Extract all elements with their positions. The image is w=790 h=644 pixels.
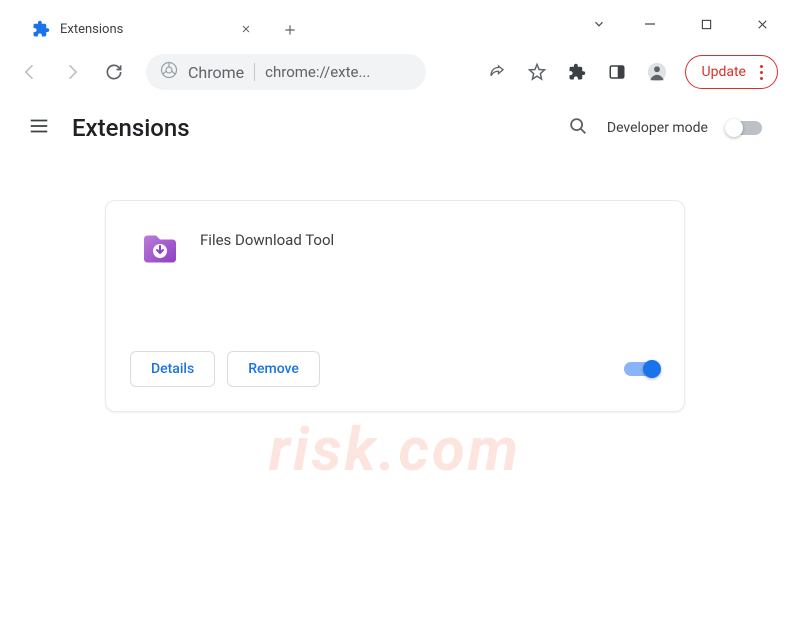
hamburger-menu-icon[interactable]: [28, 115, 50, 141]
share-icon[interactable]: [479, 54, 515, 90]
extensions-puzzle-icon[interactable]: [559, 54, 595, 90]
minimize-button[interactable]: [622, 0, 678, 48]
tab-title: Extensions: [60, 22, 228, 37]
reload-button[interactable]: [96, 54, 132, 90]
details-button[interactable]: Details: [130, 351, 215, 387]
sidepanel-icon[interactable]: [599, 54, 635, 90]
update-button[interactable]: Update: [685, 55, 778, 89]
window-titlebar: Extensions: [0, 0, 790, 48]
omnibox-prefix: Chrome: [188, 63, 244, 82]
search-icon[interactable]: [567, 115, 589, 141]
maximize-button[interactable]: [678, 0, 734, 48]
extensions-header: Extensions Developer mode: [0, 96, 790, 160]
omnibox-url: chrome://exte...: [265, 63, 412, 81]
omnibox-divider: [254, 63, 255, 81]
bookmark-star-icon[interactable]: [519, 54, 555, 90]
profile-avatar-icon[interactable]: [639, 54, 675, 90]
new-tab-button[interactable]: [276, 16, 304, 44]
back-button[interactable]: [12, 54, 48, 90]
developer-mode-toggle[interactable]: [726, 121, 762, 135]
forward-button[interactable]: [54, 54, 90, 90]
extension-card: Files Download Tool Details Remove: [105, 200, 685, 412]
extension-name: Files Download Tool: [200, 231, 334, 249]
developer-mode-label: Developer mode: [607, 120, 708, 136]
update-label: Update: [702, 64, 746, 80]
puzzle-icon: [32, 20, 50, 38]
extension-enable-toggle[interactable]: [624, 362, 660, 376]
page-content: PC risk.com Extensions Developer mode: [0, 96, 790, 644]
menu-dots-icon: [756, 65, 767, 80]
page-title: Extensions: [72, 114, 190, 142]
browser-toolbar: Chrome chrome://exte... Update: [0, 48, 790, 96]
window-controls: [576, 0, 790, 48]
folder-download-icon: [140, 229, 180, 269]
browser-tab[interactable]: Extensions: [18, 10, 268, 48]
chevron-down-icon[interactable]: [576, 0, 622, 48]
close-window-button[interactable]: [734, 0, 790, 48]
chrome-logo-icon: [160, 61, 178, 83]
remove-button[interactable]: Remove: [227, 351, 320, 387]
close-tab-icon[interactable]: [238, 21, 254, 37]
address-bar[interactable]: Chrome chrome://exte...: [146, 54, 426, 90]
